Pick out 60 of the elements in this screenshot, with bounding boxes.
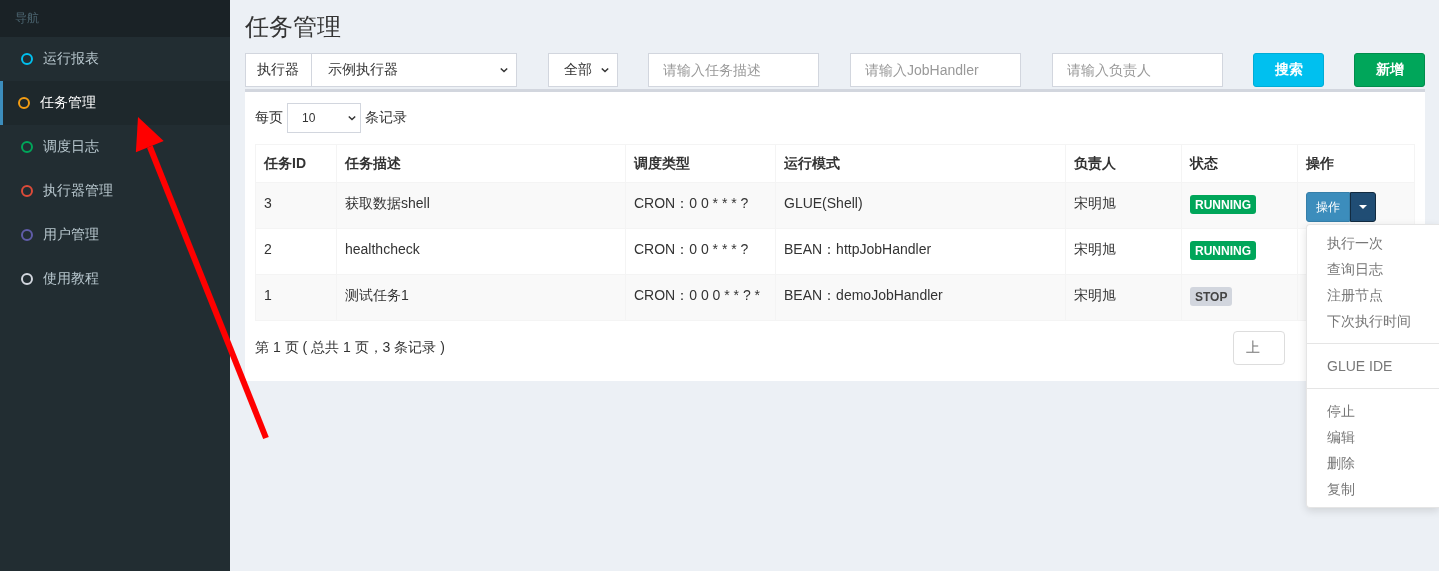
- table-cell: CRON：0 0 0 * * ? *: [625, 274, 776, 321]
- sidebar-item[interactable]: 用户管理: [0, 213, 230, 257]
- table-cell: 测试任务1: [336, 274, 626, 321]
- sidebar-item[interactable]: 任务管理: [0, 81, 230, 125]
- status-badge: STOP: [1190, 287, 1233, 306]
- chevron-down-icon: [601, 66, 609, 74]
- menu-item[interactable]: 删除: [1307, 450, 1439, 476]
- table-cell: 宋明旭: [1065, 182, 1182, 229]
- page-size-select[interactable]: 10: [287, 103, 361, 133]
- table-cell: 1: [255, 274, 337, 321]
- dropdown-toggle[interactable]: [1350, 192, 1376, 222]
- caret-icon: [1358, 204, 1368, 210]
- pager-info: 第 1 页 ( 总共 1 页，3 条记录 ): [255, 339, 445, 357]
- menu-item[interactable]: 注册节点: [1307, 282, 1439, 308]
- table-cell: 宋明旭: [1065, 274, 1182, 321]
- sidebar-item[interactable]: 运行报表: [0, 37, 230, 81]
- table-cell: BEAN：httpJobHandler: [775, 228, 1066, 275]
- table-cell: 宋明旭: [1065, 228, 1182, 275]
- add-button[interactable]: 新增: [1354, 53, 1425, 87]
- menu-item[interactable]: 复制: [1307, 476, 1439, 502]
- input-field[interactable]: 请输入负责人: [1052, 53, 1223, 87]
- input-field[interactable]: 请输入任务描述: [648, 53, 819, 87]
- column-header: 操作: [1297, 144, 1415, 183]
- menu-item[interactable]: GLUE IDE: [1307, 353, 1439, 379]
- table-cell: CRON：0 0 * * * ?: [625, 182, 776, 229]
- column-header: 运行模式: [775, 144, 1066, 183]
- page-size-label: 条记录: [365, 109, 407, 127]
- chevron-down-icon: [348, 114, 356, 122]
- page-size-label: 每页: [255, 109, 283, 127]
- sidebar-item[interactable]: 调度日志: [0, 125, 230, 169]
- table-cell: 2: [255, 228, 337, 275]
- input-field[interactable]: 请输入JobHandler: [850, 53, 1021, 87]
- table-cell: 3: [255, 182, 337, 229]
- status-select[interactable]: 全部: [548, 53, 618, 87]
- action-button[interactable]: 操作: [1306, 192, 1350, 222]
- table-cell: GLUE(Shell): [775, 182, 1066, 229]
- executor-select[interactable]: 示例执行器: [312, 53, 517, 87]
- table-cell: BEAN：demoJobHandler: [775, 274, 1066, 321]
- column-header: 状态: [1181, 144, 1298, 183]
- menu-item[interactable]: 执行一次: [1307, 230, 1439, 256]
- column-header: 任务描述: [336, 144, 626, 183]
- prev-page-button[interactable]: 上: [1233, 331, 1285, 365]
- page-title: 任务管理: [245, 12, 341, 42]
- menu-item[interactable]: 下次执行时间: [1307, 308, 1439, 334]
- column-header: 负责人: [1065, 144, 1182, 183]
- column-header: 任务ID: [255, 144, 337, 183]
- sidebar-item[interactable]: 使用教程: [0, 257, 230, 301]
- table-cell: CRON：0 0 * * * ?: [625, 228, 776, 275]
- column-header: 调度类型: [625, 144, 776, 183]
- table-cell: 获取数据shell: [336, 182, 626, 229]
- nav-header: 导航: [15, 10, 39, 26]
- executor-label: 执行器: [245, 53, 312, 87]
- sidebar-item[interactable]: 执行器管理: [0, 169, 230, 213]
- status-badge: RUNNING: [1190, 241, 1256, 260]
- menu-item[interactable]: 停止: [1307, 398, 1439, 424]
- menu-item[interactable]: 编辑: [1307, 424, 1439, 450]
- status-badge: RUNNING: [1190, 195, 1256, 214]
- table-cell: healthcheck: [336, 228, 626, 275]
- chevron-down-icon: [500, 66, 508, 74]
- menu-item[interactable]: 查询日志: [1307, 256, 1439, 282]
